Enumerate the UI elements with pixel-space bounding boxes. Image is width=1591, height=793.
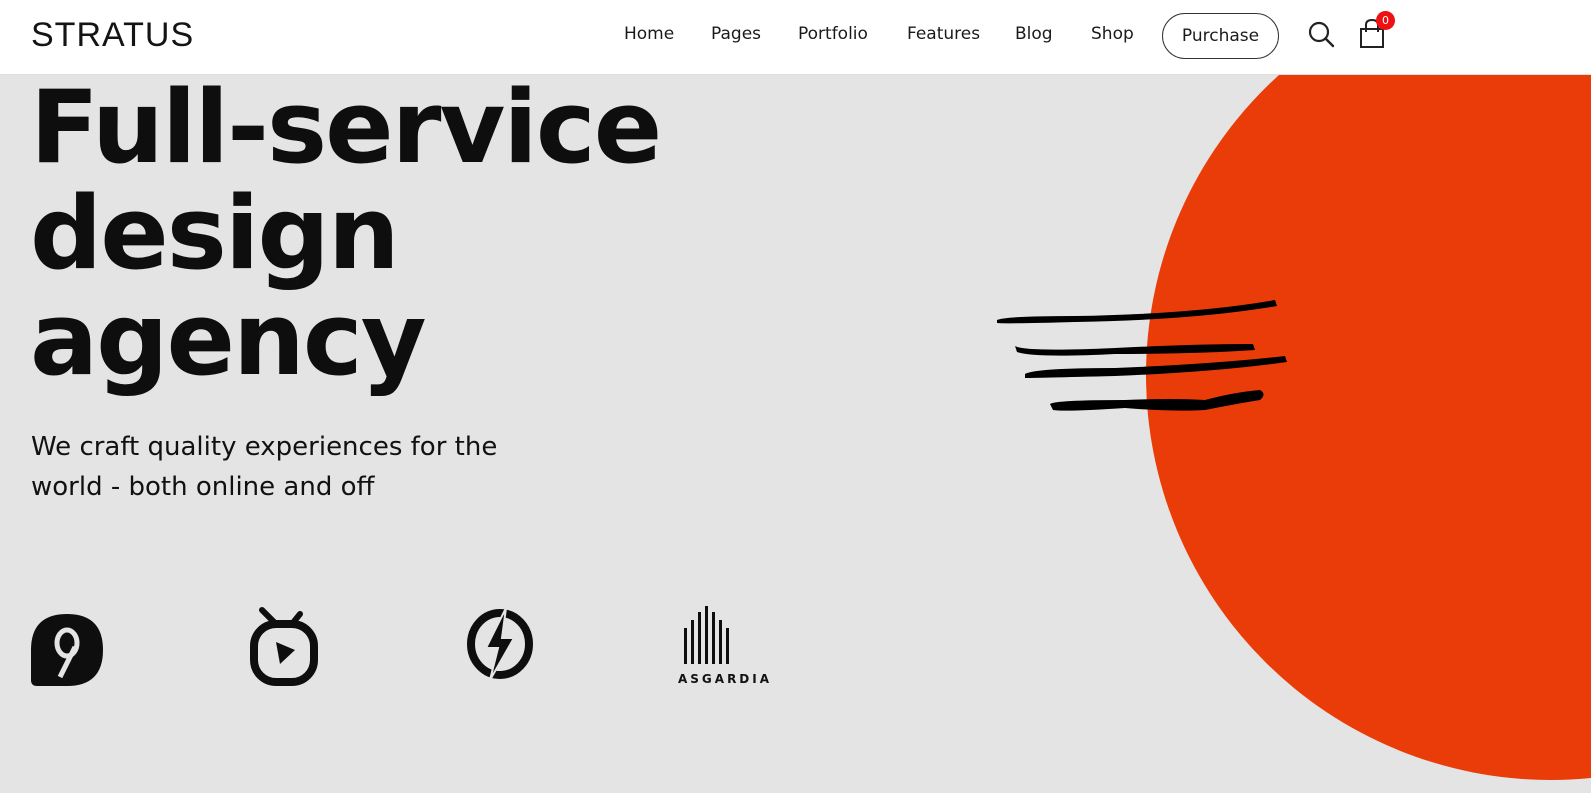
cart-button[interactable]: 0 [1357,11,1395,50]
hero-title: Full-service design agency [30,68,662,398]
cart-count-badge: 0 [1376,11,1395,30]
nav-item-pages[interactable]: Pages [711,24,761,44]
nav-item-shop[interactable]: Shop [1091,24,1134,44]
brush-strokes-decoration [997,300,1287,411]
asgardia-bars-icon [684,606,729,664]
site-header: STRATUS Home Pages Portfolio Features Bl… [0,0,1591,75]
nav-item-home[interactable]: Home [624,24,674,44]
purchase-button[interactable]: Purchase [1162,13,1279,59]
hero-subtitle: We craft quality experiences for the wor… [31,432,498,502]
asgardia-label: ASGARDIA [678,672,773,686]
nav-item-features[interactable]: Features [907,24,980,44]
client-logo-nine[interactable] [31,614,103,690]
tv-play-icon [250,607,318,686]
nav-item-blog[interactable]: Blog [1015,24,1053,44]
main-nav: Home Pages Portfolio Features Blog Shop … [0,0,1591,75]
client-logo-tv[interactable] [250,606,318,690]
client-logo-lightning[interactable] [466,606,534,686]
nine-icon [31,614,103,686]
nav-item-portfolio[interactable]: Portfolio [798,24,868,44]
client-logo-asgardia[interactable] [680,606,730,670]
search-icon [1308,21,1335,48]
lightning-icon [467,607,533,681]
search-button[interactable] [1307,20,1337,50]
